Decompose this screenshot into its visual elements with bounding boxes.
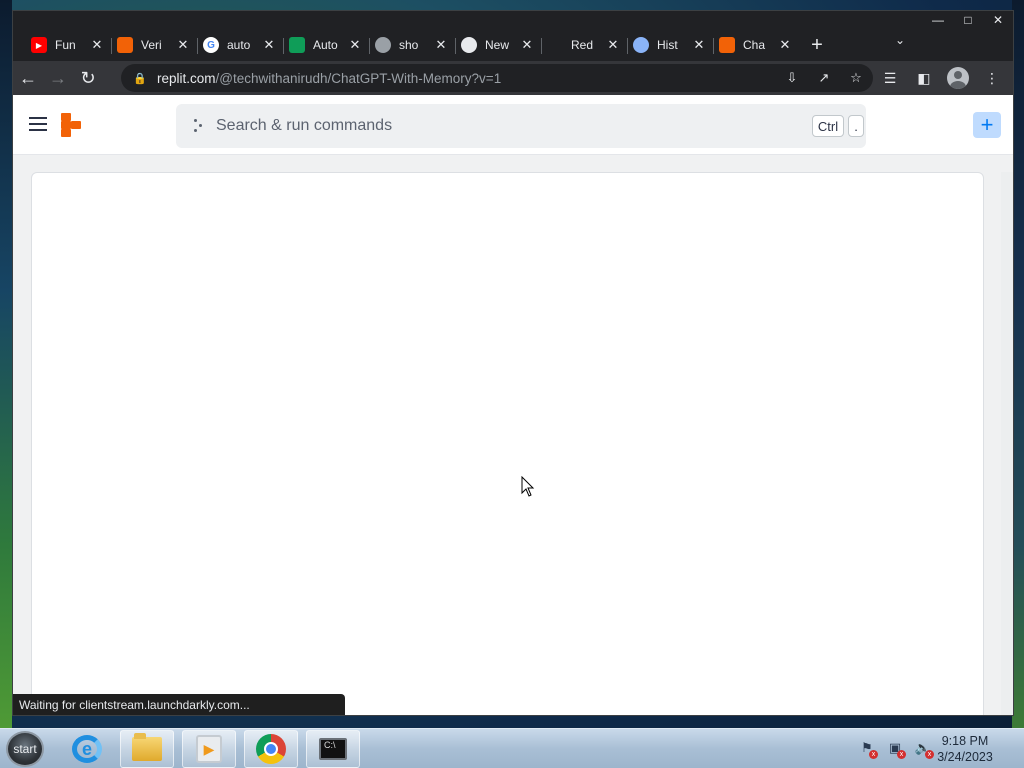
minimize-button[interactable]: — [923,11,953,29]
profile-avatar[interactable] [945,63,971,93]
tab-title: auto [227,38,251,52]
install-app-icon[interactable]: ⇩ [781,68,803,88]
replit-icon [719,37,735,53]
tab-close-icon[interactable]: ✕ [777,37,793,53]
desktop-background-left [0,0,12,728]
mouse-cursor-icon [521,476,535,497]
browser-toolbar: ← → ↻ 🔒 replit.com/@techwithanirudh/Chat… [13,61,1013,95]
tab-title: Red [571,38,594,52]
tab-close-icon[interactable]: ✕ [691,37,707,53]
clock-time: 9:18 PM [941,734,989,748]
lock-icon[interactable]: 🔒 [133,72,147,85]
blank-icon [547,37,563,53]
maximize-button[interactable]: □ [953,11,983,29]
page-viewport: Search & run commands Ctrl . + Waiting f… [13,95,1013,715]
address-bar[interactable]: 🔒 replit.com/@techwithanirudh/ChatGPT-Wi… [121,64,873,92]
tab-title: sho [399,38,419,52]
tab-close-icon[interactable]: ✕ [261,37,277,53]
taskbar: start e ▶ C:\ ⚑ x ▣ x 🔈 x 9:18 PM 3/24/2023 [0,728,1024,768]
back-button[interactable]: ← [13,63,43,93]
browser-tab[interactable]: ▶ Fun ✕ [25,31,111,59]
replit-logo[interactable] [61,113,83,137]
tab-close-icon[interactable]: ✕ [605,37,621,53]
browser-tab[interactable]: Cha ✕ [713,31,799,59]
browser-tab[interactable]: Hist ✕ [627,31,713,59]
tab-title: Hist [657,38,678,52]
network-icon[interactable]: ▣ x [886,739,906,759]
menu-kebab-icon[interactable]: ⋮ [979,63,1005,93]
browser-tab[interactable]: sho ✕ [369,31,455,59]
browser-tab[interactable]: New ✕ [455,31,541,59]
tab-search-chevron-icon[interactable]: ⌄ [895,33,905,47]
side-panel-icon[interactable]: ◧ [911,63,937,93]
command-search-bar[interactable]: Search & run commands Ctrl . [176,104,866,148]
forward-button[interactable]: → [43,63,73,93]
reload-button[interactable]: ↻ [73,63,103,93]
shortcut-ctrl-key: Ctrl [812,115,844,137]
media-player-icon[interactable]: ▶ [182,730,236,768]
system-tray: ⚑ x ▣ x 🔈 x [858,739,934,759]
browser-tab[interactable]: Veri ✕ [111,31,197,59]
action-center-flag-icon[interactable]: ⚑ x [858,739,878,759]
bookmark-star-icon[interactable]: ☆ [845,68,867,88]
browser-tab[interactable]: Red ✕ [541,31,627,59]
tab-title: Fun [55,38,76,52]
command-dots-icon [194,119,204,133]
close-window-button[interactable]: ✕ [983,11,1013,29]
content-card [31,172,984,715]
share-icon[interactable]: ↗ [813,68,835,88]
command-prompt-icon[interactable]: C:\ [306,730,360,768]
internet-explorer-icon[interactable]: e [60,730,114,768]
tab-title: Cha [743,38,766,52]
search-placeholder: Search & run commands [216,117,393,134]
tab-close-icon[interactable]: ✕ [347,37,363,53]
chrome-icon [461,37,477,53]
tab-close-icon[interactable]: ✕ [175,37,191,53]
tab-close-icon[interactable]: ✕ [433,37,449,53]
new-tab-button[interactable]: + [803,31,831,59]
chrome-taskbar-icon[interactable] [244,730,298,768]
tab-strip: — □ ✕ ▶ Fun ✕ Veri ✕ Gauto ✕ Auto ✕ sho ✕ New ✕ Red ✕ H… [13,11,1013,61]
clock-date: 3/24/2023 [937,750,993,764]
url-text[interactable]: replit.com/@techwithanirudh/ChatGPT-With… [157,71,501,86]
tab-title: Auto [313,38,338,52]
shortcut-dot-key: . [848,115,864,137]
hamburger-menu-icon[interactable] [29,117,47,131]
tabs: ▶ Fun ✕ Veri ✕ Gauto ✕ Auto ✕ sho ✕ New ✕ Red ✕ Hist ✕ Ch… [25,29,831,61]
sheets-icon [289,37,305,53]
history-icon [633,37,649,53]
start-button[interactable]: start [6,731,44,767]
scrollbar[interactable] [1001,172,1013,715]
replit-icon [117,37,133,53]
reading-list-icon[interactable]: ☰ [877,63,903,93]
tab-title: New [485,38,510,52]
replit-header: Search & run commands Ctrl . + [13,95,1013,155]
globe-icon [375,37,391,53]
youtube-icon: ▶ [31,37,47,53]
tab-title: Veri [141,38,162,52]
system-clock[interactable]: 9:18 PM 3/24/2023 [930,733,1000,765]
browser-tab[interactable]: Gauto ✕ [197,31,283,59]
status-bubble: Waiting for clientstream.launchdarkly.co… [13,694,345,715]
window-controls: — □ ✕ [923,11,1013,29]
tab-close-icon[interactable]: ✕ [519,37,535,53]
tab-close-icon[interactable]: ✕ [89,37,105,53]
create-repl-button[interactable]: + [973,112,1001,138]
google-icon: G [203,37,219,53]
browser-tab[interactable]: Auto ✕ [283,31,369,59]
browser-window: — □ ✕ ▶ Fun ✕ Veri ✕ Gauto ✕ Auto ✕ sho ✕ New ✕ Red ✕ H… [12,10,1014,716]
file-explorer-icon[interactable] [120,730,174,768]
